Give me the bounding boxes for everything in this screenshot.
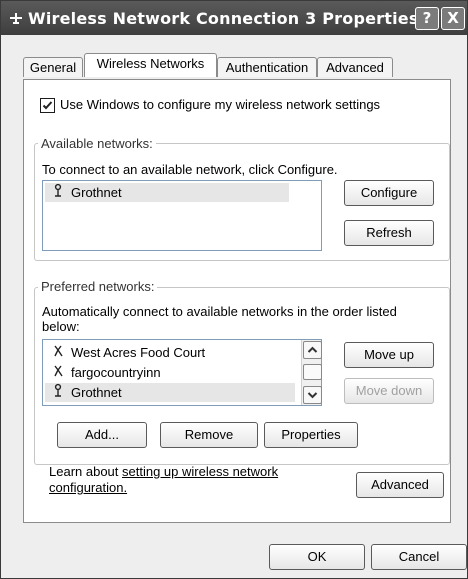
tab-wireless-networks[interactable]: Wireless Networks [84, 53, 217, 77]
refresh-button[interactable]: Refresh [344, 220, 434, 246]
network-name: fargocountryinn [71, 365, 161, 380]
antenna-icon [51, 383, 65, 403]
network-name: West Acres Food Court [71, 345, 206, 360]
preferred-networks-list[interactable]: West Acres Food Court fargocountryinn Gr… [42, 339, 322, 406]
use-windows-checkbox[interactable] [40, 98, 55, 113]
properties-button[interactable]: Properties [264, 422, 358, 448]
close-button[interactable]: X [441, 7, 465, 30]
antenna-icon [51, 183, 65, 203]
list-item[interactable]: West Acres Food Court [45, 343, 295, 362]
arrow-down-icon [307, 392, 318, 399]
setup-wireless-link-cont[interactable]: configuration. [49, 480, 127, 495]
network-name: Grothnet [71, 385, 122, 400]
available-networks-list[interactable]: Grothnet [42, 180, 322, 251]
available-networks-title: Available networks: [38, 136, 156, 151]
ok-button[interactable]: OK [269, 544, 365, 570]
preferred-networks-title: Preferred networks: [38, 279, 158, 294]
tab-general[interactable]: General [23, 57, 83, 77]
network-name: Grothnet [71, 185, 122, 200]
learn-about-text-line2: configuration. [49, 480, 127, 495]
network-connection-icon [10, 13, 22, 24]
available-instruction: To connect to an available network, clic… [42, 162, 338, 177]
remove-button[interactable]: Remove [160, 422, 258, 448]
setup-wireless-link[interactable]: setting up wireless network [122, 464, 278, 479]
list-item[interactable]: Grothnet [45, 383, 295, 402]
arrow-up-icon [307, 346, 318, 353]
preferred-instruction-line1: Automatically connect to available netwo… [42, 304, 397, 319]
preferred-instruction-line2: below: [42, 319, 80, 334]
window-title: Wireless Network Connection 3 Properties [28, 9, 419, 28]
add-button[interactable]: Add... [57, 422, 147, 448]
list-item[interactable]: Grothnet [45, 183, 289, 202]
properties-window: Wireless Network Connection 3 Properties… [0, 0, 468, 579]
title-bar[interactable]: Wireless Network Connection 3 Properties… [1, 1, 467, 35]
adhoc-icon [51, 343, 65, 363]
adhoc-icon [51, 363, 65, 383]
learn-prefix: Learn about [49, 464, 123, 479]
checkmark-icon [42, 101, 53, 110]
configure-button[interactable]: Configure [344, 180, 434, 206]
scroll-thumb[interactable] [303, 364, 322, 380]
learn-about-text: Learn about setting up wireless network [49, 464, 278, 479]
move-down-button[interactable]: Move down [344, 378, 434, 404]
help-button[interactable]: ? [415, 7, 439, 30]
scroll-down-button[interactable] [303, 386, 322, 404]
scroll-up-button[interactable] [303, 341, 322, 359]
cancel-button[interactable]: Cancel [371, 544, 467, 570]
wireless-networks-panel: Use Windows to configure my wireless net… [23, 79, 451, 523]
tab-advanced[interactable]: Advanced [317, 57, 393, 77]
advanced-button[interactable]: Advanced [356, 472, 444, 498]
tab-authentication[interactable]: Authentication [217, 57, 317, 77]
list-item[interactable]: fargocountryinn [45, 363, 295, 382]
preferred-list-scrollbar[interactable] [301, 340, 322, 405]
use-windows-label: Use Windows to configure my wireless net… [60, 97, 381, 112]
move-up-button[interactable]: Move up [344, 342, 434, 368]
